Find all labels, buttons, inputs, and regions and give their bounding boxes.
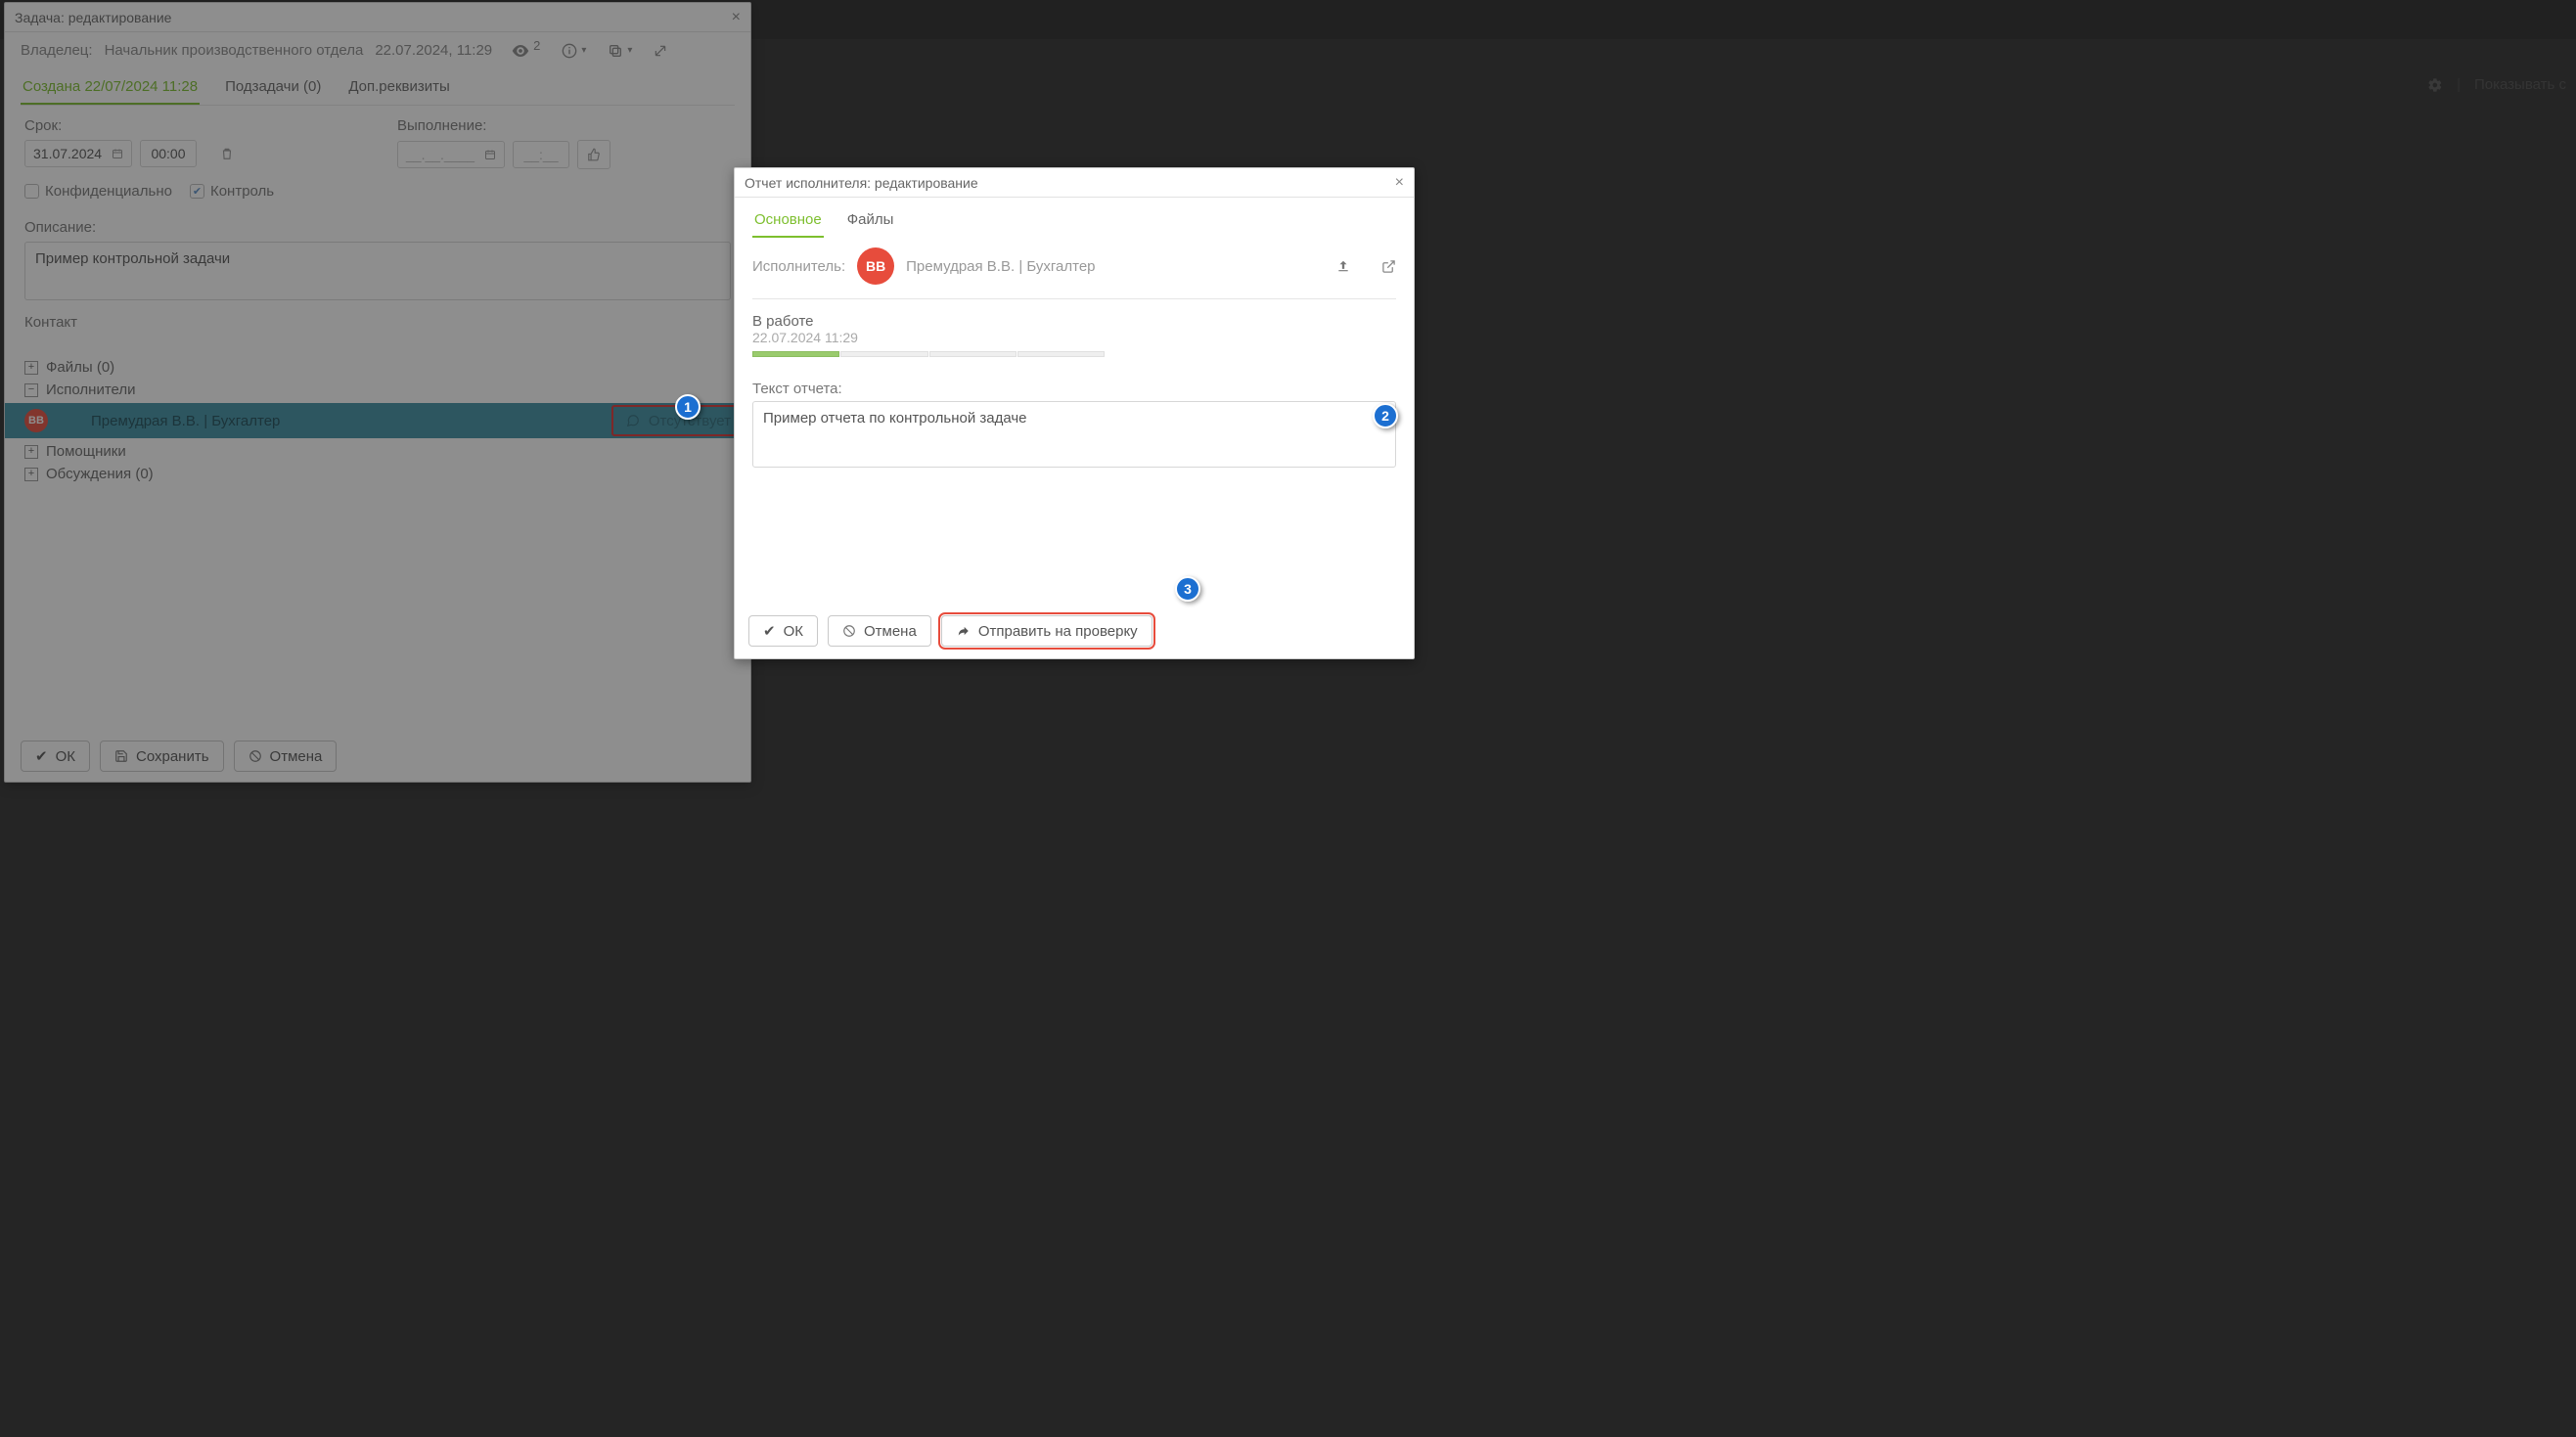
check-icon: ✔ [763,622,776,640]
dialog-titlebar: Отчет исполнителя: редактирование × [735,168,1414,198]
report-footer: ✔ ОК Отмена Отправить на проверку 3 [735,604,1414,658]
send-label: Отправить на проверку [978,623,1138,640]
progress-bar [752,351,1105,357]
executor-label: Исполнитель: [752,258,845,275]
cancel-icon [842,624,856,638]
ok-button[interactable]: ✔ ОК [748,615,818,647]
report-textarea[interactable]: Пример отчета по контрольной задаче [752,401,1396,468]
ok-label: ОК [784,623,803,640]
executor-report-dialog: Отчет исполнителя: редактирование × Осно… [734,167,1415,659]
cancel-button[interactable]: Отмена [828,615,931,647]
send-for-review-button[interactable]: Отправить на проверку [941,615,1152,647]
avatar: ВВ [857,247,894,285]
upload-icon[interactable] [1336,258,1350,274]
annotation-callout-1: 1 [675,394,700,420]
tab-files[interactable]: Файлы [845,207,896,238]
close-icon[interactable]: × [1395,174,1404,192]
state-title: В работе [752,313,1396,330]
dialog-title: Отчет исполнителя: редактирование [745,175,978,191]
report-tabs: Основное Файлы [752,207,1396,238]
state-timestamp: 22.07.2024 11:29 [752,330,1396,345]
report-text-label: Текст отчета: [752,381,1396,397]
share-icon [956,624,971,638]
external-link-icon[interactable] [1381,259,1396,274]
annotation-callout-2: 2 [1373,403,1398,428]
cancel-label: Отмена [864,623,917,640]
tab-main[interactable]: Основное [752,207,824,238]
executor-name: Премудрая В.В. | Бухгалтер [906,258,1095,275]
annotation-callout-3: 3 [1175,576,1200,602]
